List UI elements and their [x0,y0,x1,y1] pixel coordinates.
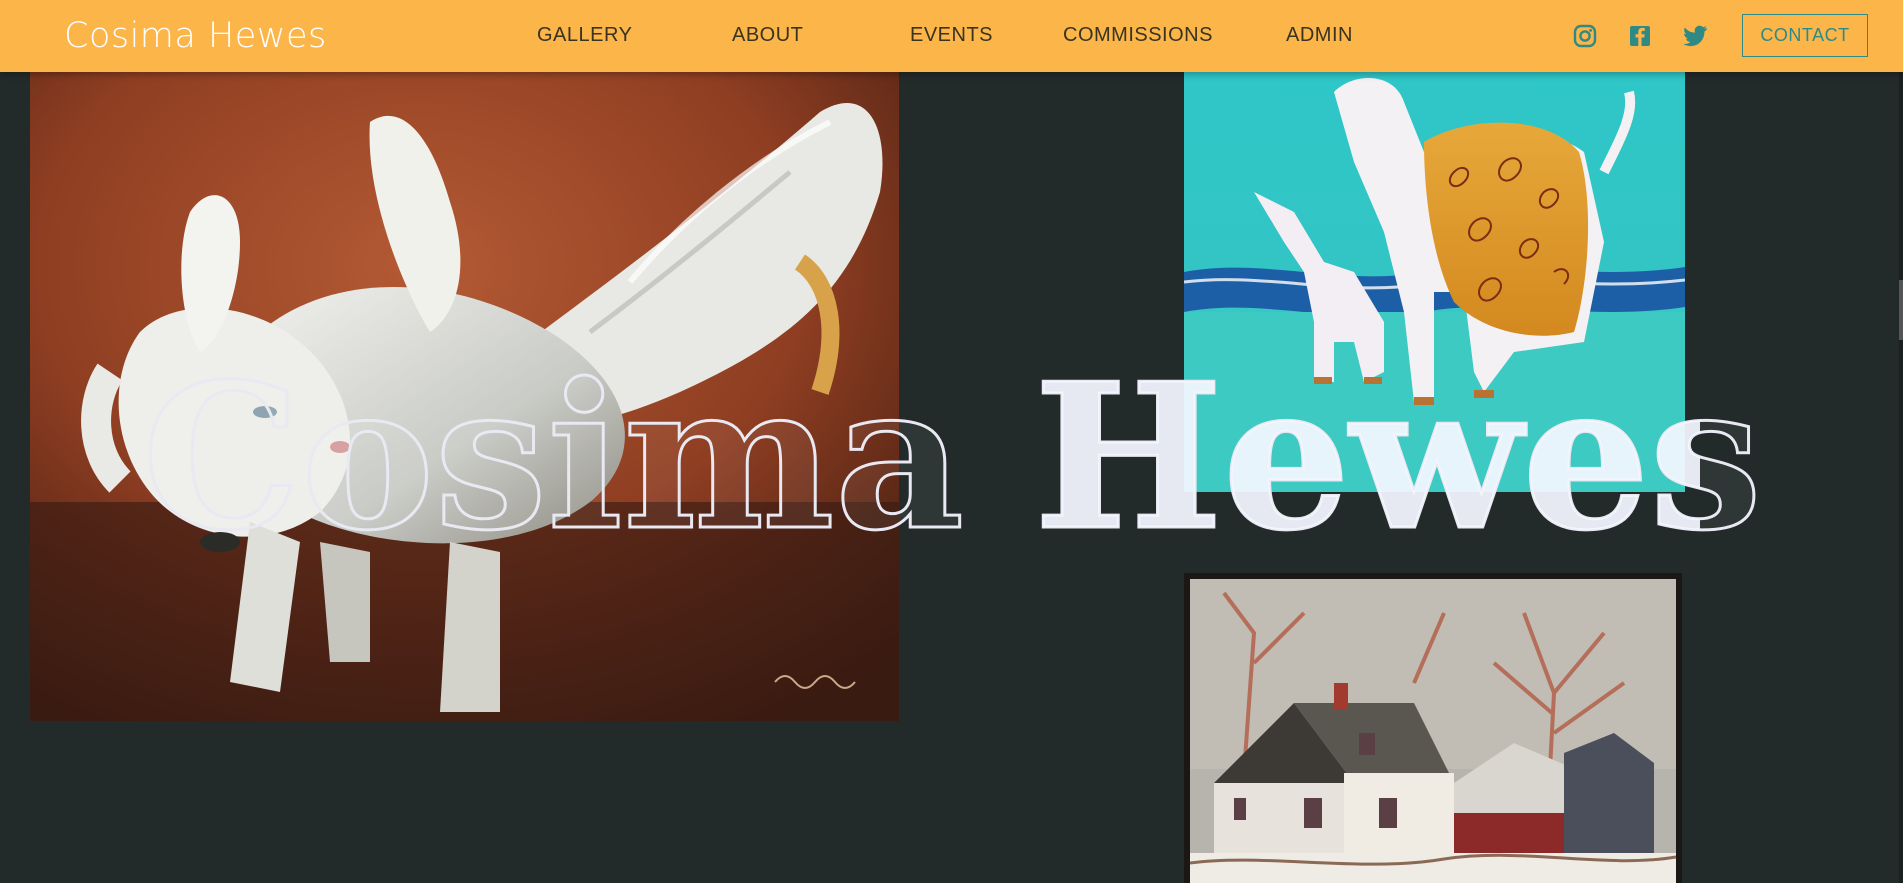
artwork-goats-playing[interactable] [30,72,899,721]
site-logo[interactable]: Cosima Hewes [64,16,327,56]
contact-button[interactable]: CONTACT [1742,14,1868,57]
nav-events[interactable]: EVENTS [910,24,993,47]
artwork-winter-farmhouse[interactable] [1184,573,1682,883]
instagram-icon[interactable] [1572,23,1598,49]
nav-gallery[interactable]: GALLERY [537,24,632,47]
nav-about[interactable]: ABOUT [732,24,803,47]
nav-admin[interactable]: ADMIN [1286,24,1353,47]
artwork-golden-goat[interactable] [1184,72,1685,492]
twitter-icon[interactable] [1682,23,1708,49]
facebook-icon[interactable] [1627,23,1653,49]
scrollbar-thumb[interactable] [1899,280,1903,340]
site-header: Cosima Hewes GALLERY ABOUT EVENTS COMMIS… [0,0,1903,72]
nav-commissions[interactable]: COMMISSIONS [1063,24,1213,47]
scrollbar[interactable] [1899,72,1903,883]
